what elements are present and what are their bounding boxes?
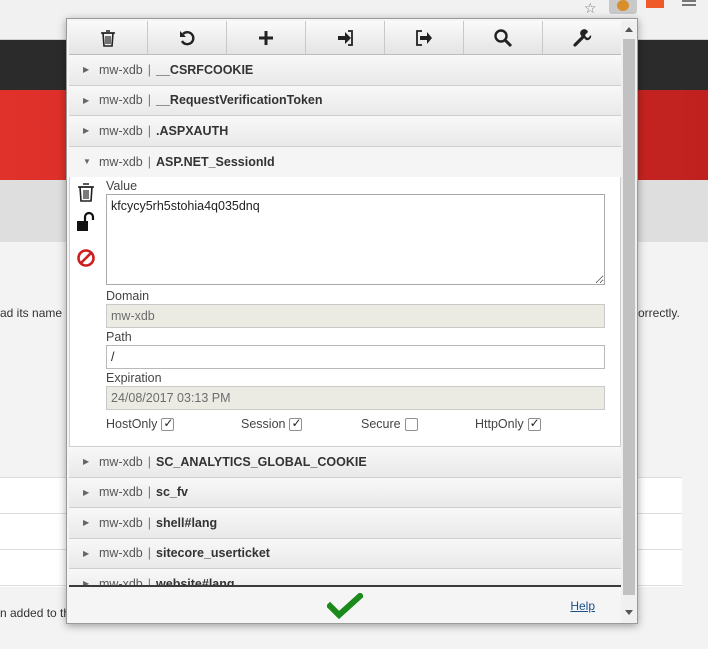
expand-arrow-icon: ▶ xyxy=(83,95,90,105)
background-text: n added to th xyxy=(0,606,71,620)
expand-arrow-icon: ▶ xyxy=(83,126,90,136)
search-button[interactable] xyxy=(464,21,543,54)
cookie-fields: Value kfcycy5rh5stohia4q035dnq Domain Pa… xyxy=(106,179,606,436)
wrench-icon xyxy=(573,28,592,47)
expand-arrow-icon: ▶ xyxy=(83,548,90,558)
cookie-row-expanded[interactable]: ▼ mw-xdb | ASP.NET_SessionId xyxy=(69,146,621,177)
expand-arrow-icon: ▶ xyxy=(83,457,90,467)
cookie-name: ASP.NET_SessionId xyxy=(156,154,275,169)
popup-toolbar xyxy=(69,21,621,55)
host-only-label: HostOnly xyxy=(106,417,158,431)
scroll-down-icon[interactable] xyxy=(625,610,633,615)
cookie-name: .ASPXAUTH xyxy=(156,123,229,138)
undo-icon xyxy=(180,30,195,45)
http-only-label: HttpOnly xyxy=(475,417,524,431)
plus-icon xyxy=(259,30,273,45)
secure-box[interactable] xyxy=(404,417,418,431)
trash-icon xyxy=(101,29,115,47)
extension-icon[interactable] xyxy=(646,0,664,8)
session-label: Session xyxy=(241,417,286,431)
scroll-up-icon[interactable] xyxy=(625,27,633,32)
path-field[interactable] xyxy=(106,345,605,369)
cookie-domain: mw-xdb xyxy=(99,546,143,561)
cookie-domain: mw-xdb xyxy=(99,454,143,469)
cookie-details: Value kfcycy5rh5stohia4q035dnq Domain Pa… xyxy=(69,177,621,447)
value-label: Value xyxy=(106,179,138,193)
background-text: ad its name xyxy=(0,306,63,320)
cookie-extension-button[interactable] xyxy=(609,0,637,14)
separator: | xyxy=(147,123,152,138)
cookie-editor-popup: ▶ mw-xdb | __CSRFCOOKIE ▶ mw-xdb | __Req… xyxy=(66,18,638,624)
separator: | xyxy=(147,515,152,530)
separator: | xyxy=(147,454,152,469)
host-only-checkbox[interactable]: HostOnly xyxy=(106,416,175,431)
delete-all-button[interactable] xyxy=(69,21,148,54)
browser-menu-icon[interactable] xyxy=(682,0,696,6)
cookie-row[interactable]: ▶ mw-xdb | SC_ANALYTICS_GLOBAL_COOKIE xyxy=(69,447,621,478)
options-button[interactable] xyxy=(543,21,621,54)
cookie-name: __CSRFCOOKIE xyxy=(156,62,254,77)
add-cookie-button[interactable] xyxy=(227,21,306,54)
separator: | xyxy=(147,154,152,169)
separator: | xyxy=(147,62,152,77)
cookie-domain: mw-xdb xyxy=(99,93,143,108)
import-icon xyxy=(338,29,353,46)
secure-checkbox[interactable]: Secure xyxy=(361,417,418,431)
cookie-domain: mw-xdb xyxy=(99,515,143,530)
cookie-domain: mw-xdb xyxy=(99,485,143,500)
expiration-label: Expiration xyxy=(106,371,162,385)
reset-button[interactable] xyxy=(148,21,227,54)
cookie-actions xyxy=(76,181,98,277)
export-icon xyxy=(416,29,432,46)
domain-label: Domain xyxy=(106,289,150,303)
cookie-row[interactable]: ▶ mw-xdb | __RequestVerificationToken xyxy=(69,85,621,116)
cookie-domain: mw-xdb xyxy=(99,123,143,138)
cookie-name: __RequestVerificationToken xyxy=(156,93,323,108)
checkmark-icon[interactable] xyxy=(327,593,363,619)
cookie-domain: mw-xdb xyxy=(99,62,143,77)
cookie-row[interactable]: ▶ mw-xdb | sc_fv xyxy=(69,477,621,508)
cookie-row[interactable]: ▶ mw-xdb | shell#lang xyxy=(69,508,621,539)
expiration-field xyxy=(106,386,605,410)
path-label: Path xyxy=(106,330,132,344)
cookie-row[interactable]: ▶ mw-xdb | sitecore_userticket xyxy=(69,538,621,569)
host-only-box[interactable] xyxy=(161,416,175,431)
expand-arrow-icon: ▶ xyxy=(83,487,90,497)
http-only-box[interactable] xyxy=(527,416,541,431)
cookie-domain: mw-xdb xyxy=(99,154,143,169)
cookie-flags: HostOnly Session Secure HttpOnly xyxy=(106,414,606,436)
expand-arrow-icon: ▶ xyxy=(83,518,90,528)
scrollbar[interactable] xyxy=(621,21,637,623)
collapse-arrow-icon: ▼ xyxy=(83,157,91,167)
background-text: orrectly. xyxy=(638,306,680,320)
popup-footer: Help xyxy=(69,585,621,623)
cookie-icon xyxy=(617,0,629,11)
cookie-name: sc_fv xyxy=(156,485,188,500)
cookie-name: sitecore_userticket xyxy=(156,546,270,561)
import-button[interactable] xyxy=(306,21,385,54)
http-only-checkbox[interactable]: HttpOnly xyxy=(475,416,541,431)
search-icon xyxy=(494,28,513,47)
cookie-row[interactable]: ▶ mw-xdb | __CSRFCOOKIE xyxy=(69,55,621,86)
separator: | xyxy=(147,546,152,561)
domain-field xyxy=(106,304,605,328)
expand-arrow-icon: ▶ xyxy=(83,65,90,75)
cookie-name: SC_ANALYTICS_GLOBAL_COOKIE xyxy=(156,454,367,469)
cookie-list: ▶ mw-xdb | __CSRFCOOKIE ▶ mw-xdb | __Req… xyxy=(69,55,621,587)
value-field[interactable]: kfcycy5rh5stohia4q035dnq xyxy=(106,194,605,285)
delete-cookie-icon[interactable] xyxy=(76,181,96,203)
secure-label: Secure xyxy=(361,417,401,431)
session-checkbox[interactable]: Session xyxy=(241,416,303,431)
separator: | xyxy=(147,485,152,500)
help-link[interactable]: Help xyxy=(570,599,595,613)
session-box[interactable] xyxy=(289,416,303,431)
export-button[interactable] xyxy=(385,21,464,54)
block-icon[interactable] xyxy=(76,247,96,269)
scrollbar-thumb[interactable] xyxy=(623,39,635,595)
unlock-icon[interactable] xyxy=(76,211,96,233)
bookmark-star-icon[interactable]: ☆ xyxy=(584,0,597,17)
separator: | xyxy=(147,93,152,108)
cookie-name: shell#lang xyxy=(156,515,218,530)
cookie-row[interactable]: ▶ mw-xdb | .ASPXAUTH xyxy=(69,116,621,147)
